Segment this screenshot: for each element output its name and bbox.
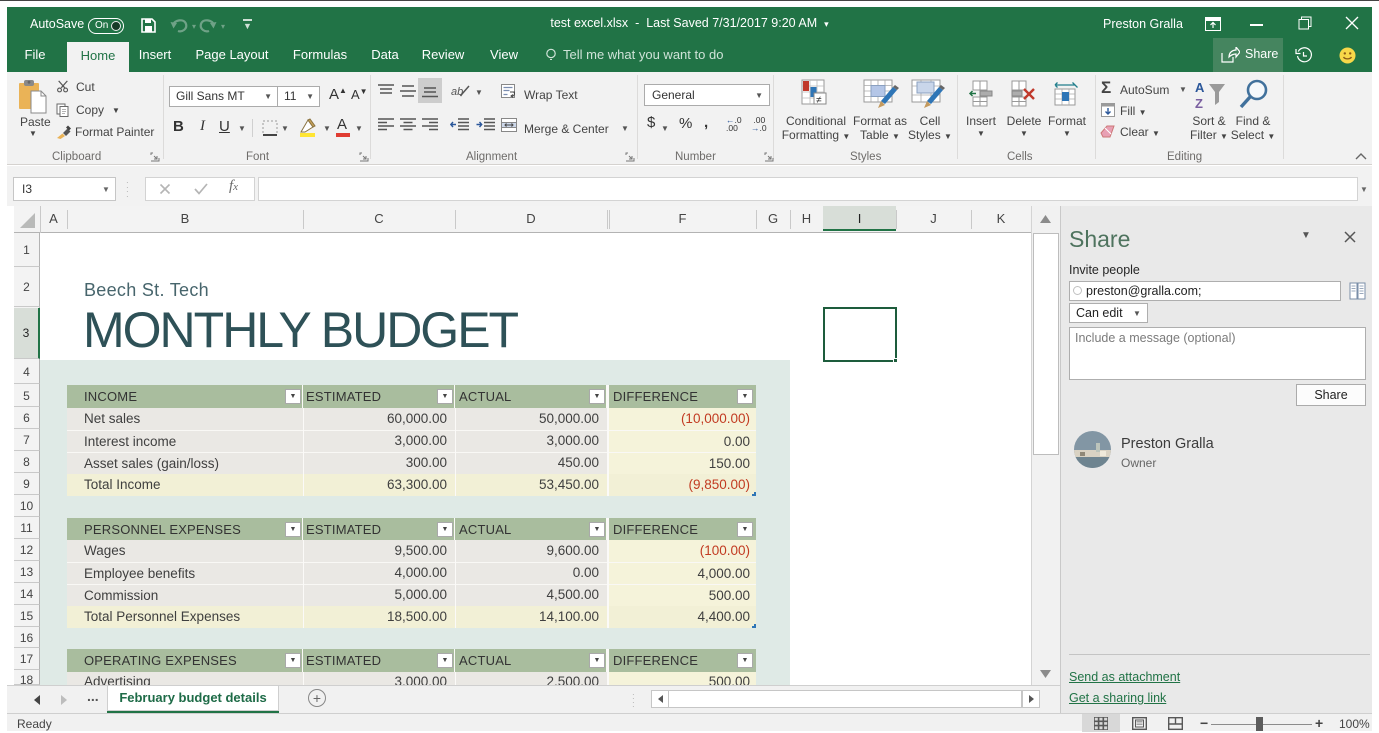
svg-text:ab: ab	[451, 86, 463, 98]
svg-text:≠: ≠	[816, 95, 822, 106]
svg-text:Z: Z	[1195, 96, 1203, 110]
svg-text:A: A	[1195, 80, 1205, 95]
